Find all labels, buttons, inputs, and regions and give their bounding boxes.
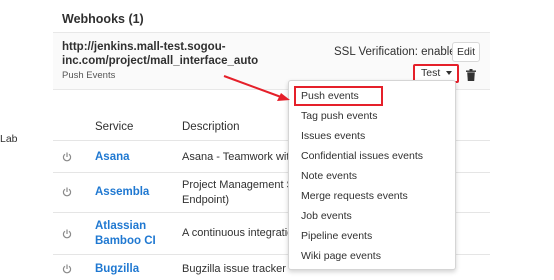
service-description: Bugzilla issue tracker: [182, 263, 286, 275]
dropdown-item-pipeline-events[interactable]: Pipeline events: [301, 230, 372, 242]
webhook-url-line-2: inc.com/project/mall_interface_auto: [62, 55, 259, 67]
service-name-line: Bamboo CI: [95, 235, 156, 247]
dropdown-item-tag-push-events[interactable]: Tag push events: [301, 110, 377, 122]
dropdown-item-issues-events[interactable]: Issues events: [301, 130, 365, 142]
webhooks-title: Webhooks (1): [62, 12, 144, 26]
sidebar-label-fragment: Lab: [0, 133, 18, 145]
column-header-description: Description: [182, 121, 240, 133]
dropdown-item-job-events[interactable]: Job events: [301, 210, 352, 222]
dropdown-item-merge-requests-events[interactable]: Merge requests events: [301, 190, 408, 202]
service-description: Project Management Sof Endpoint): [182, 178, 303, 208]
edit-webhook-button[interactable]: Edit: [452, 42, 480, 62]
power-icon: [62, 187, 72, 197]
service-name-link[interactable]: Asana: [95, 150, 130, 165]
dropdown-item-wiki-page-events[interactable]: Wiki page events: [301, 250, 381, 262]
webhook-events: Push Events: [62, 70, 116, 81]
test-button-label: Test: [421, 67, 441, 79]
dropdown-item-push-events[interactable]: Push events: [301, 90, 359, 102]
webhook-url-line-1: http://jenkins.mall-test.sogou-: [62, 41, 226, 53]
test-events-dropdown: Push events Tag push events Issues event…: [288, 80, 456, 270]
webhook-url: http://jenkins.mall-test.sogou- inc.com/…: [62, 40, 259, 68]
dropdown-item-confidential-issues-events[interactable]: Confidential issues events: [301, 150, 423, 162]
caret-down-icon: [446, 71, 452, 75]
description-line: Project Management Sof: [182, 179, 304, 191]
column-header-service: Service: [95, 121, 134, 133]
power-icon: [62, 264, 72, 274]
description-line: Endpoint): [182, 194, 230, 206]
service-name-link[interactable]: Atlassian Bamboo CI: [95, 219, 156, 249]
service-name-line: Atlassian: [95, 220, 147, 232]
service-name-link[interactable]: Bugzilla: [95, 262, 139, 277]
power-icon: [62, 229, 72, 239]
service-description: A continuous integration: [182, 227, 300, 239]
ssl-verification-status: SSL Verification: enabled: [334, 46, 463, 58]
dropdown-item-note-events[interactable]: Note events: [301, 170, 357, 182]
power-icon: [62, 152, 72, 162]
trash-icon[interactable]: [466, 69, 476, 81]
service-name-link[interactable]: Assembla: [95, 185, 149, 200]
